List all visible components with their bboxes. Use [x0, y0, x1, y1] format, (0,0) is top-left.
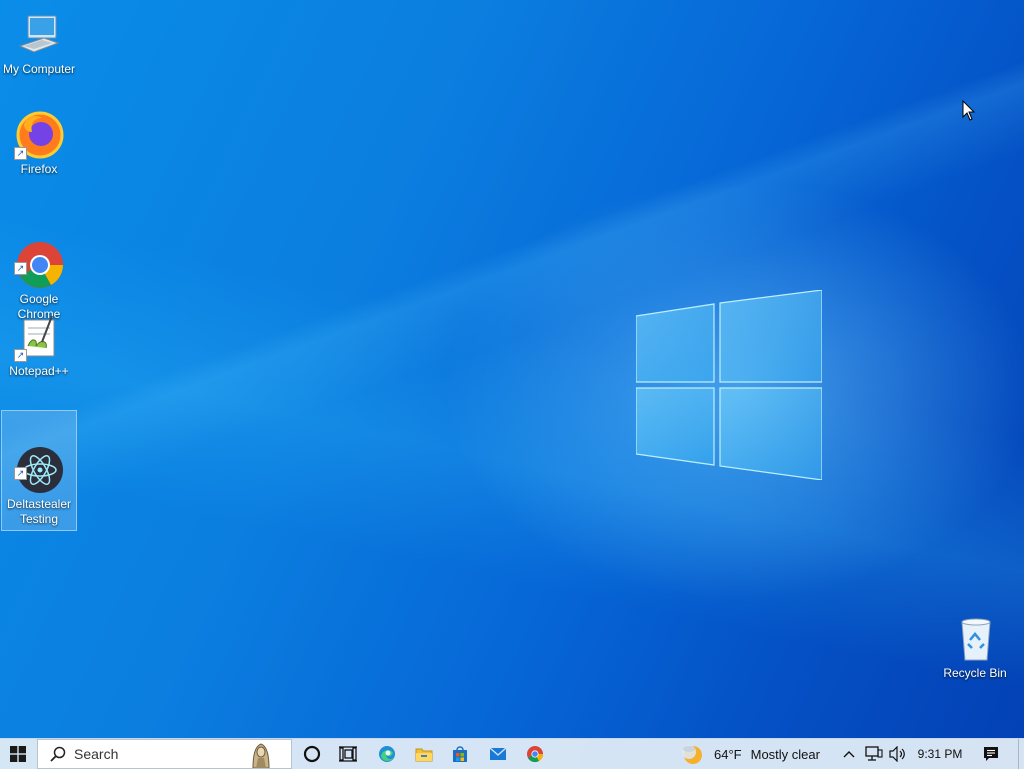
task-view-button[interactable] — [334, 739, 362, 769]
desktop-icon-deltastealer-testing[interactable]: ↗ Deltastealer Testing — [1, 410, 77, 531]
shortcut-arrow-icon: ↗ — [14, 467, 27, 480]
mouse-cursor-icon — [962, 100, 976, 121]
clock-time: 9:31 PM — [917, 747, 963, 761]
edge-icon — [379, 746, 395, 762]
start-button[interactable] — [0, 739, 36, 769]
shortcut-arrow-icon: ↗ — [14, 147, 27, 160]
volume-button[interactable] — [887, 739, 909, 769]
task-view-icon — [339, 746, 357, 762]
taskbar-edge-button[interactable] — [373, 739, 401, 769]
weather-condition: Mostly clear — [750, 746, 820, 762]
taskbar-search-box[interactable] — [37, 739, 292, 769]
computer-icon — [14, 10, 64, 60]
notepad-plus-plus-icon: ↗ — [14, 312, 64, 362]
desktop-icon-label: Firefox — [20, 162, 58, 176]
desktop-icon-firefox[interactable]: ↗ Firefox — [1, 106, 77, 180]
show-hidden-icons-button[interactable] — [840, 739, 858, 769]
shortcut-arrow-icon: ↗ — [14, 349, 27, 362]
mail-icon — [489, 747, 507, 760]
weather-widget[interactable]: 64°F Mostly clear — [680, 739, 830, 769]
windows-logo-wallpaper — [636, 290, 822, 480]
taskbar: 64°F Mostly clear 9:31 PM — [0, 738, 1024, 769]
taskbar-store-button[interactable] — [446, 739, 474, 769]
desktop-icon-label: Recycle Bin — [943, 666, 1007, 680]
taskbar-file-explorer-button[interactable] — [410, 739, 438, 769]
shortcut-arrow-icon: ↗ — [14, 262, 27, 275]
wallpaper-light-beam-bottom — [0, 0, 1024, 768]
action-center-button[interactable] — [978, 739, 1004, 769]
chrome-icon — [527, 746, 544, 763]
network-button[interactable] — [863, 739, 885, 769]
weather-temperature: 64°F — [714, 746, 742, 762]
desktop-icon-my-computer[interactable]: My Computer — [1, 6, 77, 80]
firefox-icon: ↗ — [14, 110, 64, 160]
taskbar-mail-button[interactable] — [484, 739, 512, 769]
windows-start-icon — [10, 746, 26, 762]
desktop-icon-label: Deltastealer Testing — [6, 497, 72, 526]
desktop-icon-notepad-plus-plus[interactable]: ↗ Notepad++ — [1, 308, 77, 382]
search-highlight-icon[interactable] — [249, 742, 273, 768]
electron-app-icon: ↗ — [14, 430, 64, 493]
speaker-icon — [889, 746, 905, 762]
desktop-icon-label: Notepad++ — [9, 364, 69, 378]
desktop-icon-recycle-bin[interactable]: Recycle Bin — [937, 610, 1013, 684]
store-icon — [453, 746, 467, 762]
wallpaper-light-beam-top — [0, 0, 1024, 768]
network-wired-icon — [865, 746, 883, 761]
cortana-button[interactable] — [298, 739, 326, 769]
notification-icon — [984, 747, 998, 761]
cortana-icon — [303, 745, 321, 763]
desktop-icon-label: My Computer — [2, 62, 76, 76]
weather-moon-icon — [682, 745, 702, 764]
clock-button[interactable]: 9:31 PM — [912, 739, 968, 769]
file-explorer-icon — [415, 748, 433, 762]
search-input[interactable] — [72, 745, 236, 763]
chevron-up-icon — [843, 751, 855, 758]
taskbar-chrome-button[interactable] — [521, 739, 549, 769]
show-desktop-button[interactable] — [1018, 739, 1024, 769]
recycle-bin-icon — [950, 614, 1000, 664]
search-icon — [50, 746, 66, 762]
chrome-icon: ↗ — [14, 225, 64, 288]
